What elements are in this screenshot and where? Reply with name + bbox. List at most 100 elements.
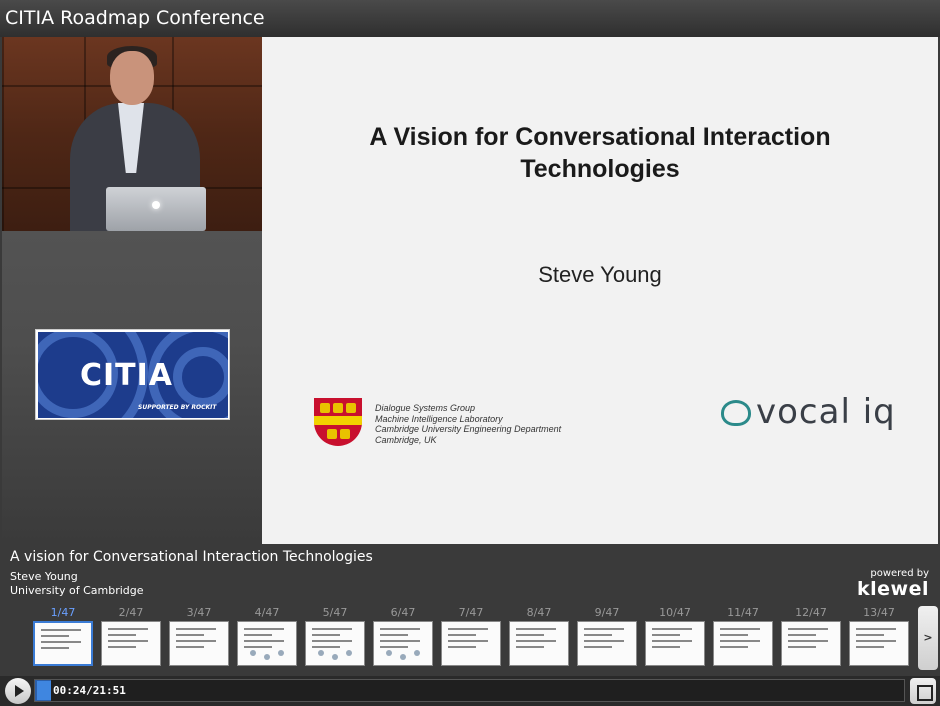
slide-thumbnail-label: 3/47 — [186, 606, 212, 619]
speaker-name: Steve Young — [10, 570, 78, 583]
thumbnail-diagram-node — [346, 650, 352, 656]
thumbnail-text-line — [584, 628, 624, 630]
window-title: CITIA Roadmap Conference — [0, 0, 940, 37]
slide-thumbnail-label: 5/47 — [322, 606, 348, 619]
slide-thumbnail-image — [101, 621, 161, 666]
affiliation-line: Dialogue Systems Group — [375, 403, 476, 413]
thumbnail-diagram-node — [250, 650, 256, 656]
thumbnail-text-line — [380, 646, 408, 648]
next-thumbnails-button[interactable]: > — [918, 606, 938, 670]
slide-thumbnail-label: 11/47 — [727, 606, 759, 619]
thumbnail-text-line — [176, 646, 204, 648]
slide-thumbnail-label: 1/47 — [50, 606, 76, 619]
thumbnail-text-line — [176, 640, 216, 642]
thumbnail-text-line — [652, 646, 680, 648]
slide-thumbnail[interactable]: 11/47 — [713, 604, 773, 670]
thumbnail-text-line — [516, 640, 556, 642]
thumbnail-diagram-node — [400, 654, 406, 660]
slide-thumbnail[interactable]: 4/47 — [237, 604, 297, 670]
thumbnail-text-line — [856, 628, 896, 630]
klewel-logo[interactable]: klewel — [857, 578, 929, 600]
player-controls: 00:24/21:51 — [0, 676, 940, 706]
thumbnail-text-line — [380, 640, 420, 642]
slide-thumbnail[interactable]: 3/47 — [169, 604, 229, 670]
thumbnail-text-line — [41, 641, 81, 643]
slide-thumbnail-strip: 1/47 2/47 3/47 4/47 5/47 6/47 7/47 8/47 9/47 10/4… — [0, 604, 940, 676]
affiliation-line: Cambridge, UK — [375, 434, 437, 445]
slide-thumbnail-image — [577, 621, 637, 666]
thumbnail-text-line — [584, 640, 624, 642]
slide-thumbnail[interactable]: 7/47 — [441, 604, 501, 670]
crest-lion — [340, 429, 350, 439]
affiliation-line: Machine Intelligence Laboratory — [375, 413, 503, 424]
slide-thumbnail[interactable]: 2/47 — [101, 604, 161, 670]
slide-thumbnail-image — [305, 621, 365, 666]
slide-thumbnail[interactable]: 9/47 — [577, 604, 637, 670]
slide-thumbnail[interactable]: 5/47 — [305, 604, 365, 670]
thumbnail-text-line — [312, 634, 340, 636]
slide-thumbnail[interactable]: 13/47 — [849, 604, 909, 670]
slide-thumbnail-image — [713, 621, 773, 666]
speaker-video[interactable] — [2, 37, 262, 231]
slide-thumbnail-label: 7/47 — [458, 606, 484, 619]
thumbnail-text-line — [720, 628, 760, 630]
thumbnail-text-line — [380, 628, 420, 630]
slide-thumbnail-label: 10/47 — [659, 606, 691, 619]
thumbnail-text-line — [312, 640, 352, 642]
crest-band — [314, 416, 362, 425]
thumbnail-text-line — [41, 629, 81, 631]
thumbnail-text-line — [856, 634, 884, 636]
thumbnail-text-line — [108, 640, 148, 642]
thumbnail-text-line — [516, 628, 556, 630]
slide-thumbnail-image — [509, 621, 569, 666]
thumbnail-diagram-node — [278, 650, 284, 656]
slide-thumbnail[interactable]: 10/47 — [645, 604, 705, 670]
laptop-logo-icon — [152, 201, 160, 209]
cambridge-crest-icon — [314, 398, 362, 446]
slide-thumbnail-label: 12/47 — [795, 606, 827, 619]
slide-thumbnail-image — [781, 621, 841, 666]
slide-thumbnail-label: 13/47 — [863, 606, 895, 619]
talk-title: A vision for Conversational Interaction … — [10, 549, 373, 565]
seek-handle[interactable] — [37, 681, 51, 700]
thumbnail-text-line — [788, 646, 816, 648]
slide-thumbnail[interactable]: 6/47 — [373, 604, 433, 670]
thumbnail-text-line — [652, 640, 692, 642]
thumbnail-text-line — [244, 646, 272, 648]
thumbnail-text-line — [448, 628, 488, 630]
thumbnail-text-line — [312, 628, 352, 630]
slide-thumbnail-image — [849, 621, 909, 666]
slide-thumbnail-image — [169, 621, 229, 666]
thumbnail-text-line — [176, 628, 216, 630]
thumbnail-text-line — [448, 634, 476, 636]
thumbnail-text-line — [312, 646, 340, 648]
slide-thumbnail-label: 8/47 — [526, 606, 552, 619]
thumbnail-text-line — [788, 628, 828, 630]
thumbnail-text-line — [720, 646, 748, 648]
slide-thumbnail-image — [441, 621, 501, 666]
seek-bar[interactable]: 00:24/21:51 — [34, 679, 905, 702]
slide-thumbnail[interactable]: 12/47 — [781, 604, 841, 670]
vocaliq-logo-text: vocal iq — [756, 392, 896, 432]
thumbnail-text-line — [652, 634, 680, 636]
thumbnail-text-line — [720, 640, 760, 642]
crest-lion — [346, 403, 356, 413]
citia-logo: CITIA SUPPORTED BY ROCKIT — [35, 329, 230, 420]
slide-thumbnail[interactable]: 8/47 — [509, 604, 569, 670]
fullscreen-button[interactable] — [910, 678, 936, 704]
player-app: CITIA Roadmap Conference CITIA SUPPORTED… — [0, 0, 940, 706]
slide-author: Steve Young — [538, 262, 662, 287]
time-display: 00:24/21:51 — [53, 684, 126, 697]
citia-logo-text: CITIA — [80, 358, 174, 393]
brain-icon — [721, 400, 751, 426]
slide-affiliation: Dialogue Systems Group Machine Intellige… — [375, 403, 561, 445]
thumbnail-diagram-node — [386, 650, 392, 656]
slide-thumbnail[interactable]: 1/47 — [33, 604, 93, 670]
thumbnail-text-line — [108, 646, 136, 648]
thumbnail-text-line — [448, 646, 476, 648]
slide-thumbnail-image — [373, 621, 433, 666]
thumbnail-text-line — [41, 647, 69, 649]
crest-lion — [320, 403, 330, 413]
slide-title-line: A Vision for Conversational Interaction — [369, 123, 831, 151]
play-button[interactable] — [5, 678, 31, 704]
